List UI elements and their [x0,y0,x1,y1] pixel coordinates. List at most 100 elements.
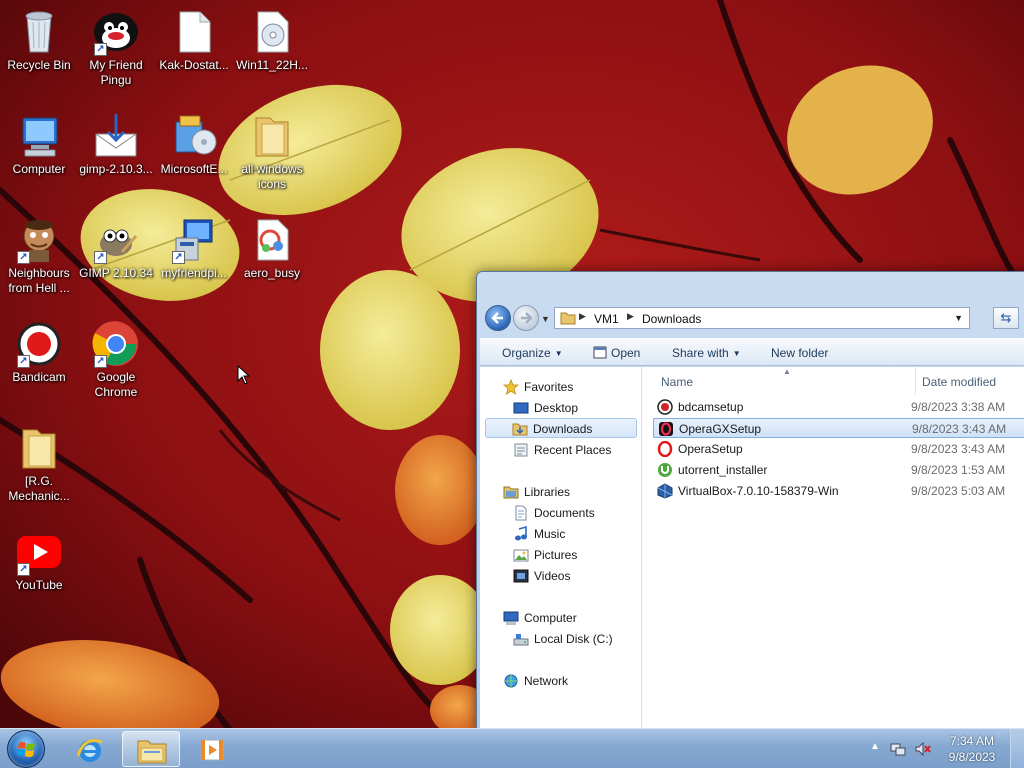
file-list[interactable]: ▲ Name Date modified bdcamsetup 9/8/2023… [643,367,1024,730]
file-row-utorrent-installer[interactable]: utorrent_installer 9/8/2023 1:53 AM [653,460,1024,480]
nav-favorites[interactable]: Favorites [503,377,633,397]
show-desktop-button[interactable] [1010,729,1024,768]
content-area: Favorites Desktop Downloads Recent Place… [480,367,1024,730]
desktop-icon-label: Bandicam [12,370,66,384]
star-icon [503,379,519,395]
desktop-icon-label: aero_busy [243,266,301,280]
new-folder-button[interactable]: New folder [771,346,828,360]
file-row-virtualbox[interactable]: VirtualBox-7.0.10-158379-Win 9/8/2023 5:… [653,481,1024,501]
file-row-bdcamsetup[interactable]: bdcamsetup 9/8/2023 3:38 AM [653,397,1024,417]
chevron-down-icon: ▼ [732,349,741,358]
open-window-icon [593,346,607,359]
recent-pages-dropdown-icon[interactable]: ▼ [541,314,550,324]
column-header-date-modified[interactable]: Date modified [922,375,996,389]
folder-icon [560,312,576,325]
pingu-icon: ↗ [92,8,140,56]
file-row-operagxsetup[interactable]: OperaGXSetup 9/8/2023 3:43 AM [653,418,1024,438]
shortcut-arrow-icon: ↗ [17,251,30,264]
organize-button[interactable]: Organize ▼ [502,346,563,360]
network-tray-icon[interactable] [890,741,906,757]
nav-recent-places[interactable]: Recent Places [513,440,633,460]
nav-label: Recent Places [534,443,612,457]
nav-network[interactable]: Network [503,671,633,691]
breadcrumb-separator-icon: ▶ [579,311,586,321]
clock-date: 9/8/2023 [948,750,996,764]
file-date: 9/8/2023 3:43 AM [912,422,1007,436]
nav-pictures[interactable]: Pictures [513,545,633,565]
address-row: ▼ ▶ VM1 ▶ Downloads ▼ ⇆ [477,302,1024,332]
volume-muted-icon[interactable] [914,741,932,757]
hard-drive-icon [513,634,529,646]
desktop-icon [513,402,529,414]
nav-libraries[interactable]: Libraries [503,482,633,502]
taskbar-windows-explorer[interactable] [122,731,180,767]
nav-videos[interactable]: Videos [513,566,633,586]
nav-label: Network [524,674,569,688]
pictures-icon [513,549,529,562]
desktop-icon-computer[interactable]: Computer [0,112,78,177]
taskbar-media-player[interactable] [183,731,241,767]
desktop-icon-win11-iso[interactable]: Win11_22H... [233,8,311,73]
shortcut-arrow-icon: ↗ [172,251,185,264]
column-divider[interactable] [915,367,916,395]
desktop-icon-bandicam[interactable]: ↗ Bandicam [0,320,78,385]
start-button[interactable] [7,730,45,768]
back-button[interactable] [485,305,511,331]
neighbour-game-icon: ↗ [15,216,63,264]
refresh-button[interactable]: ⇆ [993,307,1019,329]
desktop-icon-gimp-installer[interactable]: gimp-2.10.3... [77,112,155,177]
nav-downloads[interactable]: Downloads [485,418,637,438]
nav-label: Music [534,527,566,541]
show-hidden-icons-button[interactable]: ▲ [870,741,880,752]
opera-gx-icon [659,422,673,436]
downloads-folder-icon [512,423,528,436]
nav-music[interactable]: Music [513,524,633,544]
desktop-icon-all-windows-icons[interactable]: all windows icons [233,112,311,192]
nav-label: Local Disk (C:) [534,632,613,646]
desktop-icon-google-chrome[interactable]: ↗ Google Chrome [77,320,155,400]
explorer-window[interactable]: ▼ ▶ VM1 ▶ Downloads ▼ ⇆ Organize ▼ Open S… [476,271,1024,731]
desktop-icon-rg-mechanics[interactable]: [R.G. Mechanic... [0,424,78,504]
desktop-icon-label: myfriendpi... [161,266,227,280]
taskbar: ▲ 7:34 AM 9/8/2023 [0,728,1024,768]
desktop-icon-recycle-bin[interactable]: Recycle Bin [0,8,78,73]
forward-button[interactable] [513,305,539,331]
open-label: Open [611,346,641,360]
open-button[interactable]: Open [593,346,640,360]
column-header-name[interactable]: Name [661,375,693,389]
breadcrumb-downloads[interactable]: Downloads [642,312,701,326]
system-clock[interactable]: 7:34 AM 9/8/2023 [946,733,998,765]
file-date: 9/8/2023 3:38 AM [911,400,1006,414]
nav-local-disk[interactable]: Local Disk (C:) [513,629,633,649]
shortcut-arrow-icon: ↗ [94,355,107,368]
sort-ascending-icon: ▲ [783,367,791,376]
desktop-icon-gimp[interactable]: ↗ GIMP 2.10.34 [77,216,155,281]
music-icon [515,526,527,541]
blank-file-icon [170,8,218,56]
nav-label: Computer [524,611,577,625]
computer-icon [503,611,519,625]
computer-icon [15,112,63,160]
desktop-icon-kak-dostat[interactable]: Kak-Dostat... [155,8,233,73]
nav-computer[interactable]: Computer [503,608,633,628]
desktop-icon-microsoft-edge-setup[interactable]: MicrosoftE... [155,112,233,177]
nav-desktop[interactable]: Desktop [513,398,633,418]
organize-label: Organize [502,346,551,360]
nav-documents[interactable]: Documents [513,503,633,523]
file-row-operasetup[interactable]: OperaSetup 9/8/2023 3:43 AM [653,439,1024,459]
desktop-icon-neighbours[interactable]: ↗ Neighbours from Hell ... [0,216,78,296]
desktop-icon-myfriendpingu-setup[interactable]: ↗ myfriendpi... [155,216,233,281]
address-bar[interactable]: ▶ VM1 ▶ Downloads ▼ [554,307,970,329]
desktop-icon-youtube[interactable]: ↗ YouTube [0,528,78,593]
nav-label: Favorites [524,380,574,394]
file-date: 9/8/2023 3:43 AM [911,442,1006,456]
share-with-button[interactable]: Share with ▼ [672,346,741,360]
desktop-icon-my-friend-pingu[interactable]: ↗ My Friend Pingu [77,8,155,88]
desktop-icon-label: Neighbours from Hell ... [8,266,70,295]
network-icon [504,674,518,688]
taskbar-internet-explorer[interactable] [61,731,119,767]
desktop-icon-aero-busy[interactable]: aero_busy [233,216,311,281]
address-dropdown-icon[interactable]: ▼ [954,313,963,323]
breadcrumb-vm1[interactable]: VM1 [594,312,619,326]
navigation-pane[interactable]: Favorites Desktop Downloads Recent Place… [480,367,642,730]
